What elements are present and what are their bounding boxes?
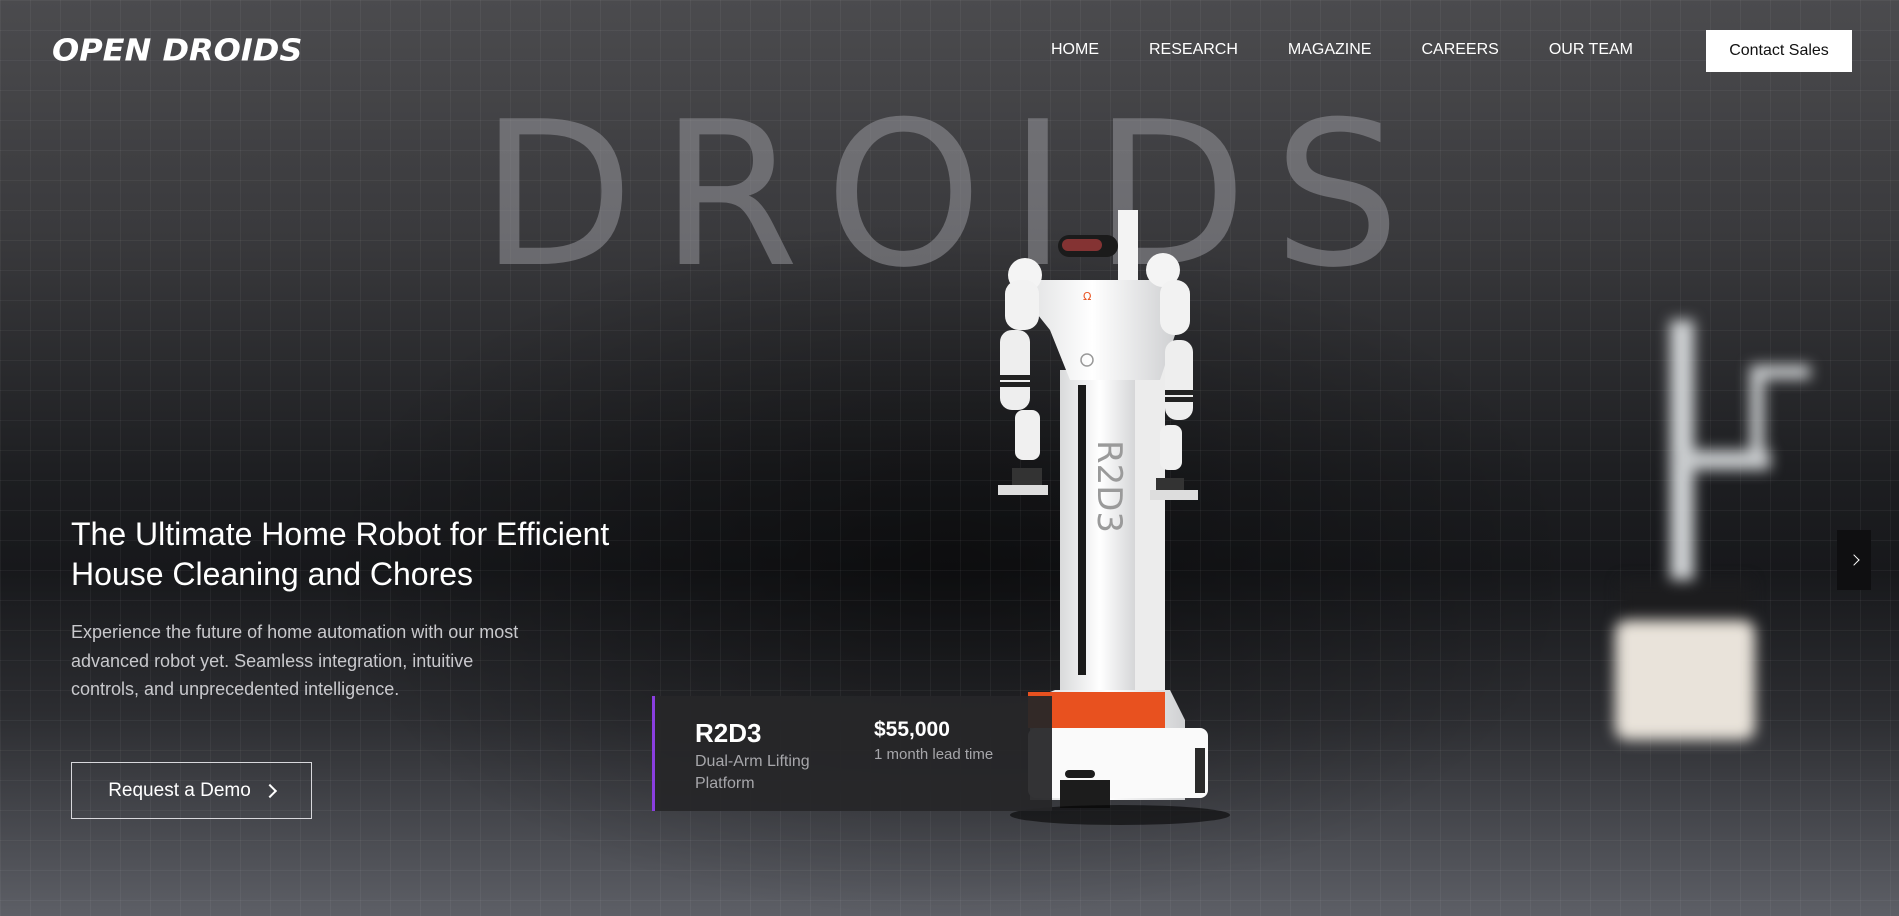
hero-title: The Ultimate Home Robot for Efficient Ho…: [71, 516, 610, 592]
chevron-right-icon: [1848, 554, 1860, 566]
request-demo-label: Request a Demo: [108, 779, 251, 801]
product-lead-time: 1 month lead time: [874, 746, 994, 763]
background-word: DROIDS: [480, 79, 1427, 312]
svg-text:Ω: Ω: [1083, 290, 1091, 303]
nav-magazine[interactable]: MAGAZINE: [1288, 40, 1372, 60]
product-subtitle: Dual-Arm Lifting Platform: [695, 753, 810, 792]
product-name: R2D3: [695, 718, 762, 748]
nav-home[interactable]: HOME: [1051, 40, 1099, 60]
next-slide-button[interactable]: [1837, 530, 1871, 590]
nav-careers[interactable]: CAREERS: [1421, 40, 1498, 60]
hero-description: Experience the future of home automation…: [71, 622, 519, 699]
background-robot-image: [1615, 320, 1810, 740]
product-card[interactable]: R2D3 Dual-Arm Lifting Platform $55,000 1…: [652, 696, 1052, 811]
request-demo-button[interactable]: Request a Demo: [71, 762, 312, 819]
product-price: $55,000: [874, 718, 950, 741]
nav-research[interactable]: RESEARCH: [1149, 40, 1238, 60]
logo[interactable]: OPEN DROIDS: [52, 35, 302, 65]
contact-sales-button[interactable]: Contact Sales: [1706, 30, 1852, 72]
chevron-right-icon: [262, 783, 277, 798]
nav-our-team[interactable]: OUR TEAM: [1549, 40, 1633, 60]
main-nav: HOME RESEARCH MAGAZINE CAREERS OUR TEAM: [1051, 40, 1683, 60]
robot-body-label: R2D3: [1089, 440, 1129, 533]
